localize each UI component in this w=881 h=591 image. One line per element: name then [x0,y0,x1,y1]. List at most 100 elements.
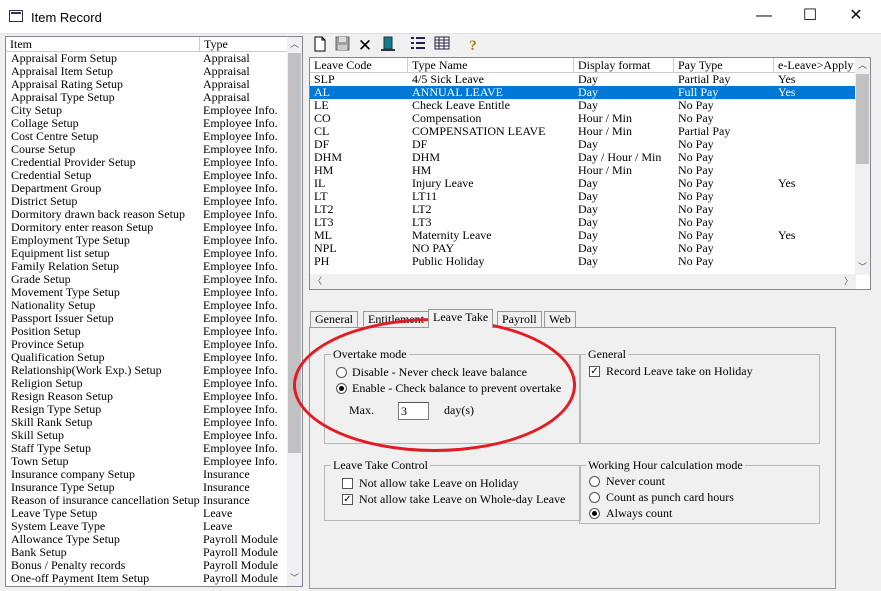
item-list[interactable]: Item Type Appraisal Form Setup Appraisal A… [5,36,303,587]
table-row[interactable]: LT3 LT3 Day No Pay [310,216,856,229]
list-item[interactable]: Insurance Type Setup Insurance [6,481,288,494]
col-header-type-name[interactable]: Type Name [408,58,574,73]
list-item[interactable]: Skill Rank Setup Employee Info. [6,416,288,429]
list-item[interactable]: One-off Payment Item Setup Payroll Module [6,572,288,585]
list-item[interactable]: Position Setup Employee Info. [6,325,288,338]
col-header-pay-type[interactable]: Pay Type [674,58,774,73]
table-row[interactable]: DF DF Day No Pay [310,138,856,151]
list-item[interactable]: Leave Type Setup Leave [6,507,288,520]
table-row[interactable]: LE Check Leave Entitle Day No Pay [310,99,856,112]
list-item[interactable]: Province Setup Employee Info. [6,338,288,351]
item-list-scrollbar[interactable]: ︿ ﹀ [287,37,302,586]
grid-view-icon[interactable] [432,36,452,56]
list-item[interactable]: Course Setup Employee Info. [6,143,288,156]
list-item[interactable]: Family Relation Setup Employee Info. [6,260,288,273]
list-item[interactable]: Appraisal Type Setup Appraisal [6,91,288,104]
punch-card-hours-radio[interactable] [589,492,600,503]
list-item[interactable]: Relationship(Work Exp.) Setup Employee In… [6,364,288,377]
always-count-radio[interactable] [589,508,600,519]
overtake-disable-radio[interactable] [336,367,347,378]
list-item[interactable]: Reason of insurance cancellation Setup In… [6,494,288,507]
table-row[interactable]: NPL NO PAY Day No Pay [310,242,856,255]
list-item[interactable]: Appraisal Form Setup Appraisal [6,52,288,65]
not-allow-wholeday-checkbox[interactable]: ✓ [342,494,353,505]
list-item[interactable]: Collage Setup Employee Info. [6,117,288,130]
list-item[interactable]: Grade Setup Employee Info. [6,273,288,286]
table-row[interactable]: IL Injury Leave Day No Pay Yes [310,177,856,190]
list-item[interactable]: System Leave Type Leave [6,520,288,533]
new-document-icon[interactable] [310,36,330,56]
col-header-type[interactable]: Type [200,37,288,52]
list-item[interactable]: Resign Type Setup Employee Info. [6,403,288,416]
scroll-thumb[interactable] [856,74,869,164]
minimize-button[interactable]: — [741,0,787,34]
scroll-up-icon[interactable]: ︿ [855,58,870,73]
scroll-up-icon[interactable]: ︿ [287,37,302,52]
list-item[interactable]: Passport Issuer Setup Employee Info. [6,312,288,325]
table-row[interactable]: LT LT11 Day No Pay [310,190,856,203]
list-item[interactable]: Dormitory drawn back reason Setup Employe… [6,208,288,221]
list-item[interactable]: Movement Type Setup Employee Info. [6,286,288,299]
table-row[interactable]: CL COMPENSATION LEAVE Hour / Min Partial Pa… [310,125,856,138]
delete-x-icon[interactable]: ✕ [355,36,375,56]
table-row[interactable]: AL ANNUAL LEAVE Day Full Pay Yes [310,86,856,99]
table-row[interactable]: PH Public Holiday Day No Pay [310,255,856,268]
tab-payroll[interactable]: Payroll [497,311,542,327]
list-item[interactable]: Religion Setup Employee Info. [6,377,288,390]
table-row[interactable]: SLP 4/5 Sick Leave Day Partial Pay Yes [310,73,856,86]
list-item[interactable]: Dormitory enter reason Setup Employee Inf… [6,221,288,234]
record-holiday-checkbox[interactable]: ✓ [589,366,600,377]
tab-entitlement[interactable]: Entitlement [363,311,429,327]
list-item[interactable]: Qualification Setup Employee Info. [6,351,288,364]
table-row[interactable]: ML Maternity Leave Day No Pay Yes [310,229,856,242]
list-item[interactable]: Employment Type Setup Employee Info. [6,234,288,247]
scroll-down-icon[interactable]: ﹀ [855,260,870,275]
list-item[interactable]: City Setup Employee Info. [6,104,288,117]
list-item[interactable]: District Setup Employee Info. [6,195,288,208]
leave-type-grid[interactable]: Leave Code Type Name Display format Pay Typ… [309,57,871,290]
list-item[interactable]: Allowance Type Setup Payroll Module [6,533,288,546]
list-item[interactable]: Equipment list setup Employee Info. [6,247,288,260]
table-row[interactable]: DHM DHM Day / Hour / Min No Pay [310,151,856,164]
overtake-enable-radio[interactable] [336,383,347,394]
scroll-left-icon[interactable]: 〈 [310,274,325,289]
list-item[interactable]: Staff Type Setup Employee Info. [6,442,288,455]
scroll-right-icon[interactable]: 〉 [841,274,856,289]
col-header-leave-code[interactable]: Leave Code [310,58,408,73]
list-item[interactable]: Town Setup Employee Info. [6,455,288,468]
close-button[interactable]: ✕ [833,0,879,34]
col-header-item[interactable]: Item [6,37,200,52]
col-header-eleave-apply[interactable]: e-Leave>Apply [774,58,856,73]
tab-web[interactable]: Web [544,311,576,327]
grid-horizontal-scrollbar[interactable]: 〈 〉 [310,274,856,289]
list-item[interactable]: Cost Centre Setup Employee Info. [6,130,288,143]
table-row[interactable]: LT2 LT2 Day No Pay [310,203,856,216]
list-item[interactable]: Resign Reason Setup Employee Info. [6,390,288,403]
list-item[interactable]: Skill Setup Employee Info. [6,429,288,442]
list-item[interactable]: Insurance company Setup Insurance [6,468,288,481]
never-count-radio[interactable] [589,476,600,487]
list-item[interactable]: Credential Setup Employee Info. [6,169,288,182]
list-item[interactable]: Appraisal Item Setup Appraisal [6,65,288,78]
not-allow-holiday-checkbox[interactable] [342,478,353,489]
help-icon[interactable]: ? [463,36,483,56]
list-item[interactable]: Bank Setup Payroll Module [6,546,288,559]
save-icon[interactable] [332,36,352,56]
grid-vertical-scrollbar[interactable]: ︿ ﹀ [855,58,870,275]
col-header-display-format[interactable]: Display format [574,58,674,73]
list-item[interactable]: Nationality Setup Employee Info. [6,299,288,312]
table-row[interactable]: HM HM Hour / Min No Pay [310,164,856,177]
list-view-icon[interactable] [408,36,428,56]
list-item[interactable]: Appraisal Rating Setup Appraisal [6,78,288,91]
maximize-button[interactable]: ☐ [787,0,833,34]
list-item[interactable]: Bonus / Penalty records Payroll Module [6,559,288,572]
list-item[interactable]: Credential Provider Setup Employee Info. [6,156,288,169]
scroll-thumb[interactable] [288,53,301,453]
scroll-down-icon[interactable]: ﹀ [287,571,302,586]
table-row[interactable]: CO Compensation Hour / Min No Pay [310,112,856,125]
tab-leave-take[interactable]: Leave Take [428,309,494,328]
tab-general[interactable]: General [310,311,358,327]
exit-door-icon[interactable] [378,36,398,56]
list-item[interactable]: Department Group Employee Info. [6,182,288,195]
max-days-input[interactable]: 3 [398,402,429,420]
